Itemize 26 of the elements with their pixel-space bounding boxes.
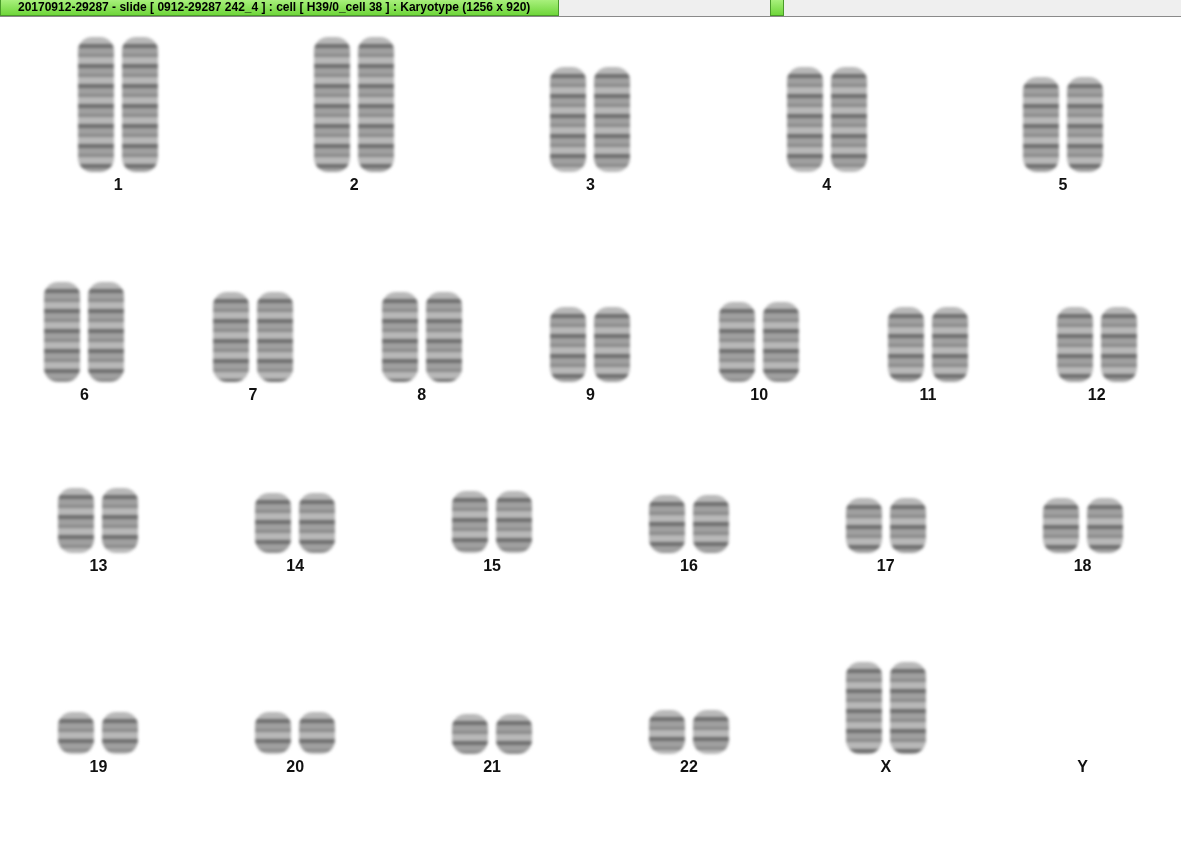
chromosome-label: 17 xyxy=(876,557,895,575)
status-indicator xyxy=(770,0,784,16)
chromosome-label: 18 xyxy=(1073,557,1092,575)
chromosome-label: 3 xyxy=(586,176,595,194)
chromosome-label: 6 xyxy=(79,386,89,404)
chromosome-label: 21 xyxy=(483,758,501,776)
chromosome-label: X xyxy=(880,758,892,776)
chromosome-label: 12 xyxy=(1087,386,1106,404)
chromosome-label: 9 xyxy=(586,386,595,404)
chromosome-label: 2 xyxy=(349,176,359,194)
chromosome-label: 19 xyxy=(89,758,108,776)
window-title: 20170912-29287 - slide [ 0912-29287 242_4 ] : cell [ H39/0_cell 38 ] : Karyotype (1256 x 920) xyxy=(0,0,559,16)
chromosome-label: 15 xyxy=(483,557,501,575)
chromosome-label: Y xyxy=(1077,758,1088,776)
chromosome-label: 5 xyxy=(1058,176,1068,194)
chromosome-label: 16 xyxy=(680,557,698,575)
chromosome-label: 7 xyxy=(248,386,258,404)
chromosome-label: 14 xyxy=(286,557,305,575)
chromosome-label: 4 xyxy=(822,176,832,194)
chromosome-label: 20 xyxy=(286,758,305,776)
chromosome-label: 10 xyxy=(750,386,769,404)
chromosome-label: 11 xyxy=(919,386,937,404)
chromosome-label: 1 xyxy=(113,176,123,194)
chromosome-label: 13 xyxy=(89,557,108,575)
chromosome-label: 22 xyxy=(680,758,698,776)
chromosome-label: 8 xyxy=(417,386,427,404)
